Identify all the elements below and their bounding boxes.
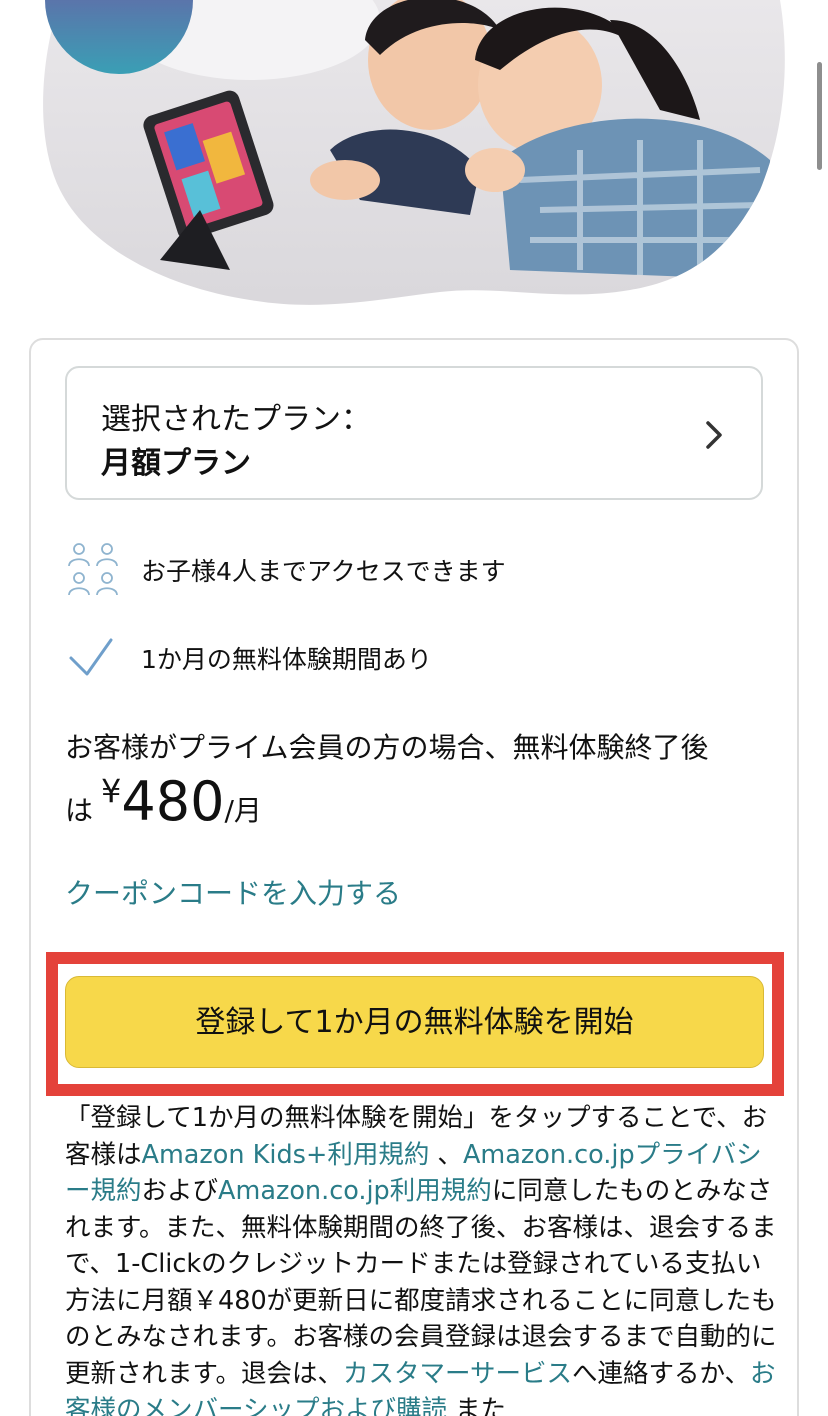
- legal-text-6: また: [447, 1395, 507, 1416]
- feature-free-trial: 1か月の無料体験期間あり: [65, 628, 765, 688]
- coupon-code-link[interactable]: クーポンコードを入力する: [65, 872, 401, 912]
- selected-plan-value: 月額プラン: [101, 446, 251, 481]
- feature-text: お子様4人までアクセスできます: [141, 557, 506, 586]
- selected-plan-selector[interactable]: 選択されたプラン： 月額プラン: [65, 366, 763, 500]
- legal-text-3: および: [141, 1176, 219, 1206]
- price-prefix: は: [65, 794, 94, 827]
- kids-plus-terms-link[interactable]: Amazon Kids+利用規約: [142, 1140, 430, 1170]
- price-period: /月: [224, 794, 262, 827]
- page: 選択されたプラン： 月額プラン お子様4人までアクセスできます 1か月の無料体験…: [0, 0, 828, 1416]
- feature-kids-access: お子様4人までアクセスできます: [65, 540, 765, 600]
- people-icon: [68, 543, 118, 596]
- start-free-trial-button[interactable]: 登録して1か月の無料体験を開始: [65, 976, 764, 1068]
- price-currency: ¥: [101, 772, 122, 810]
- scrollbar[interactable]: [817, 62, 822, 170]
- customer-service-link[interactable]: カスタマーサービス: [343, 1359, 572, 1389]
- legal-text: 「登録して1か月の無料体験を開始」をタップすることで、お客様はAmazon Ki…: [65, 1100, 777, 1416]
- selected-plan-label: 選択されたプラン：: [101, 402, 371, 437]
- price-description: お客様がプライム会員の方の場合、無料体験終了後: [65, 731, 709, 764]
- legal-text-2: 、: [429, 1139, 463, 1170]
- check-icon: [69, 638, 113, 676]
- chevron-right-icon: [706, 421, 722, 449]
- feature-text: 1か月の無料体験期間あり: [141, 645, 432, 674]
- legal-text-5: へ連絡するか、: [571, 1358, 750, 1389]
- terms-of-use-link[interactable]: Amazon.co.jp利用規約: [218, 1176, 492, 1206]
- legal-text-4: に同意したものとみなされます。また、無料体験期間の終了後、お客様は、退会するまで…: [65, 1176, 777, 1389]
- price-display: は¥480/月: [65, 770, 262, 840]
- hero-image: [0, 0, 828, 320]
- price-amount: 480: [121, 770, 225, 833]
